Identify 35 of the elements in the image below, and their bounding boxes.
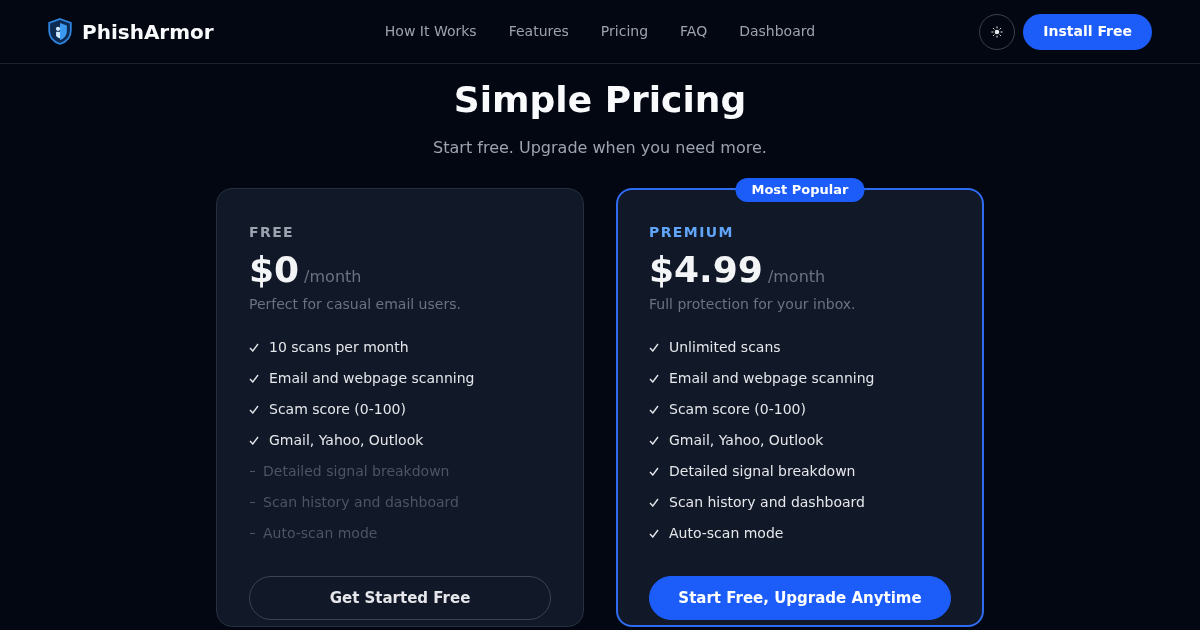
feature-text: Scan history and dashboard bbox=[263, 493, 459, 512]
feature-text: 10 scans per month bbox=[269, 338, 409, 357]
feature-text: Scan history and dashboard bbox=[669, 493, 865, 512]
feature-text: Detailed signal breakdown bbox=[263, 462, 450, 481]
signup-button[interactable]: Start Free, Upgrade Anytime bbox=[649, 576, 951, 620]
nav-link[interactable]: How It Works bbox=[384, 21, 477, 42]
feature-text: Email and webpage scanning bbox=[669, 369, 875, 388]
feature-text: Detailed signal breakdown bbox=[669, 462, 856, 481]
feature-text: Unlimited scans bbox=[669, 338, 781, 357]
nav-link[interactable]: Pricing bbox=[600, 21, 649, 42]
plan-description: Perfect for casual email users. bbox=[249, 295, 462, 314]
plan-name: FREE bbox=[249, 223, 296, 242]
nav-link[interactable]: FAQ bbox=[680, 21, 708, 42]
feature-text: Auto-scan mode bbox=[669, 524, 784, 543]
billing-period: /month bbox=[304, 266, 362, 288]
plan-price: $4.99 bbox=[649, 248, 763, 292]
feature-text: Email and webpage scanning bbox=[269, 369, 475, 388]
plan-name: PREMIUM bbox=[649, 223, 735, 242]
feature-text: Scam score (0-100) bbox=[669, 400, 806, 419]
shield-icon bbox=[48, 18, 72, 45]
sun-icon bbox=[991, 25, 1004, 38]
billing-period: /month bbox=[767, 266, 826, 288]
popular-badge: Most Popular bbox=[735, 178, 865, 202]
feature-text: Gmail, Yahoo, Outlook bbox=[669, 431, 824, 450]
nav-link[interactable]: Features bbox=[508, 21, 569, 42]
page-title: Simple Pricing bbox=[452, 78, 748, 122]
plan-price: $0 bbox=[249, 248, 300, 292]
feature-text: Scam score (0-100) bbox=[269, 400, 406, 419]
feature-text: Gmail, Yahoo, Outlook bbox=[269, 431, 424, 450]
page-subtitle: Start free. Upgrade when you need more. bbox=[432, 137, 768, 159]
feature-text: Auto-scan mode bbox=[263, 524, 378, 543]
plan-description: Full protection for your inbox. bbox=[649, 295, 857, 314]
brand-logo-link[interactable]: PhishArmor bbox=[48, 16, 214, 47]
install-button[interactable]: Install Free bbox=[1023, 13, 1152, 50]
nav-link[interactable]: Dashboard bbox=[739, 21, 816, 42]
